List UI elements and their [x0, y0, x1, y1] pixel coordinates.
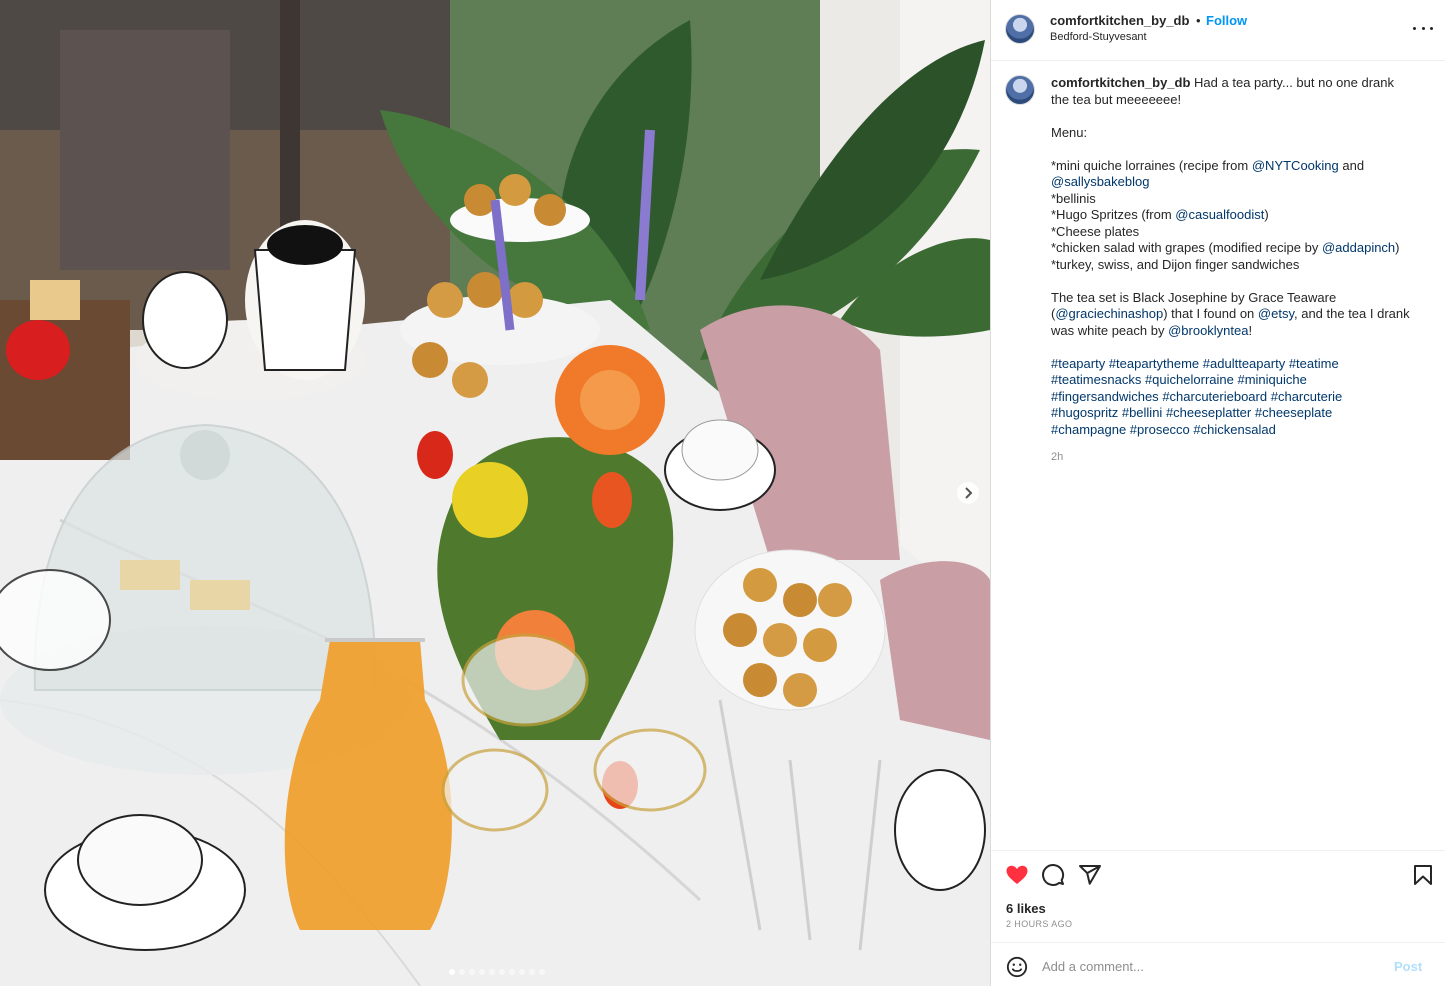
hashtag-link[interactable]: #teapartytheme	[1109, 356, 1199, 371]
header-separator: •	[1196, 13, 1201, 28]
tea-line-3: was white peach by	[1051, 322, 1169, 338]
mention-link[interactable]: @addapinch	[1322, 240, 1395, 255]
bookmark-icon[interactable]	[1411, 863, 1437, 889]
emoji-icon[interactable]	[1006, 956, 1028, 978]
action-bar	[1005, 863, 1432, 889]
more-icon[interactable]	[1413, 20, 1433, 36]
hashtag-link[interactable]: #teaparty	[1051, 356, 1105, 371]
hashtag-link[interactable]: #prosecco	[1130, 422, 1190, 437]
mention-link[interactable]: @etsy	[1258, 306, 1294, 321]
menu-item-2: *bellinis	[1051, 190, 1096, 206]
hashtag-link[interactable]: #chickensalad	[1193, 422, 1275, 437]
avatar[interactable]	[1005, 14, 1035, 44]
mention-link[interactable]: @graciechinashop	[1055, 306, 1163, 321]
hashtag-link[interactable]: #charcuterieboard	[1162, 389, 1267, 404]
carousel-dot	[539, 969, 545, 975]
share-icon[interactable]	[1078, 863, 1104, 889]
location-link[interactable]: Bedford-Stuyvesant	[1050, 31, 1147, 43]
tea-line-1: The tea set is Black Josephine by Grace …	[1051, 289, 1337, 305]
post-header: comfortkitchen_by_db • Follow Bedford-St…	[991, 0, 1445, 61]
carousel-next-button[interactable]	[957, 482, 979, 504]
hashtag-link[interactable]: #cheeseplatter	[1166, 405, 1251, 420]
tea-line-3-end: !	[1248, 322, 1253, 338]
carousel-dot	[489, 969, 495, 975]
hashtag-link[interactable]: #bellini	[1122, 405, 1162, 420]
post-actions: 6 likes 2 HOURS AGO Post	[991, 850, 1445, 986]
menu-item-3: *Hugo Spritzes (from	[1051, 207, 1176, 222]
post-photo[interactable]	[0, 0, 990, 986]
likes-count[interactable]: 6 likes	[1006, 901, 1046, 916]
tea-line-2-end: , and the tea I drank	[1293, 306, 1410, 321]
mention-link[interactable]: @sallysbakeblog	[1051, 174, 1149, 189]
carousel-dot	[499, 969, 505, 975]
mention-link[interactable]: @casualfoodist	[1175, 207, 1264, 222]
hashtag-link[interactable]: #teatimesnacks	[1051, 372, 1141, 387]
caption-line-2: the tea but meeeeeee!	[1051, 91, 1182, 107]
mention-link[interactable]: @brooklyntea	[1168, 323, 1248, 338]
avatar[interactable]	[1005, 75, 1035, 105]
hashtag-link[interactable]: #teatime	[1289, 356, 1339, 371]
carousel-dot	[519, 969, 525, 975]
carousel-dot	[529, 969, 535, 975]
follow-button[interactable]: Follow	[1206, 13, 1247, 28]
author-username[interactable]: comfortkitchen_by_db	[1050, 13, 1189, 28]
hashtag-link[interactable]: #quichelorraine	[1145, 372, 1234, 387]
menu-item-6: *turkey, swiss, and Dijon finger sandwic…	[1051, 256, 1300, 272]
caption-text: comfortkitchen_by_db Had a tea party... …	[1051, 75, 1435, 466]
menu-item-3-end: )	[1264, 207, 1269, 222]
menu-item-1: *mini quiche lorraines (recipe from	[1051, 157, 1252, 173]
menu-heading: Menu:	[1051, 124, 1088, 140]
menu-item-4: *Cheese plates	[1051, 223, 1140, 239]
hashtag-link[interactable]: #miniquiche	[1237, 372, 1306, 387]
hashtag-link[interactable]: #cheeseplate	[1255, 405, 1332, 420]
mention-link[interactable]: @NYTCooking	[1252, 158, 1339, 173]
post-comment-button[interactable]: Post	[1394, 959, 1422, 974]
carousel-dot	[459, 969, 465, 975]
tea-line-2-mid: ) that I found on	[1163, 306, 1258, 321]
instagram-post: comfortkitchen_by_db • Follow Bedford-St…	[0, 0, 1445, 986]
post-time-ago: 2 HOURS AGO	[1006, 919, 1073, 929]
carousel-dot	[469, 969, 475, 975]
caption-line-1: Had a tea party... but no one drank	[1194, 75, 1394, 90]
hashtag-link[interactable]: #charcuterie	[1271, 389, 1343, 404]
carousel-dot	[479, 969, 485, 975]
post-side-panel: comfortkitchen_by_db • Follow Bedford-St…	[991, 0, 1445, 986]
comment-bar: Post	[991, 942, 1445, 986]
hashtag-link[interactable]: #fingersandwiches	[1051, 389, 1159, 404]
caption-timestamp[interactable]: 2h	[1051, 449, 1435, 466]
carousel-dot	[509, 969, 515, 975]
menu-item-5-end: )	[1395, 240, 1400, 255]
comment-input[interactable]	[1042, 954, 1382, 978]
carousel-indicator	[449, 969, 545, 975]
caption-username[interactable]: comfortkitchen_by_db	[1051, 75, 1190, 90]
menu-item-1-end: and	[1338, 157, 1365, 173]
chevron-right-icon	[965, 487, 973, 499]
carousel-dot	[449, 969, 455, 975]
comment-icon[interactable]	[1041, 863, 1067, 889]
hashtag-link[interactable]: #adultteaparty	[1203, 356, 1285, 371]
menu-item-5: *chicken salad with grapes (modified rec…	[1051, 240, 1322, 255]
hashtag-link[interactable]: #hugospritz	[1051, 405, 1118, 420]
hashtag-link[interactable]: #champagne	[1051, 422, 1126, 437]
tea-party-photo	[0, 0, 990, 986]
heart-icon[interactable]	[1005, 863, 1031, 889]
